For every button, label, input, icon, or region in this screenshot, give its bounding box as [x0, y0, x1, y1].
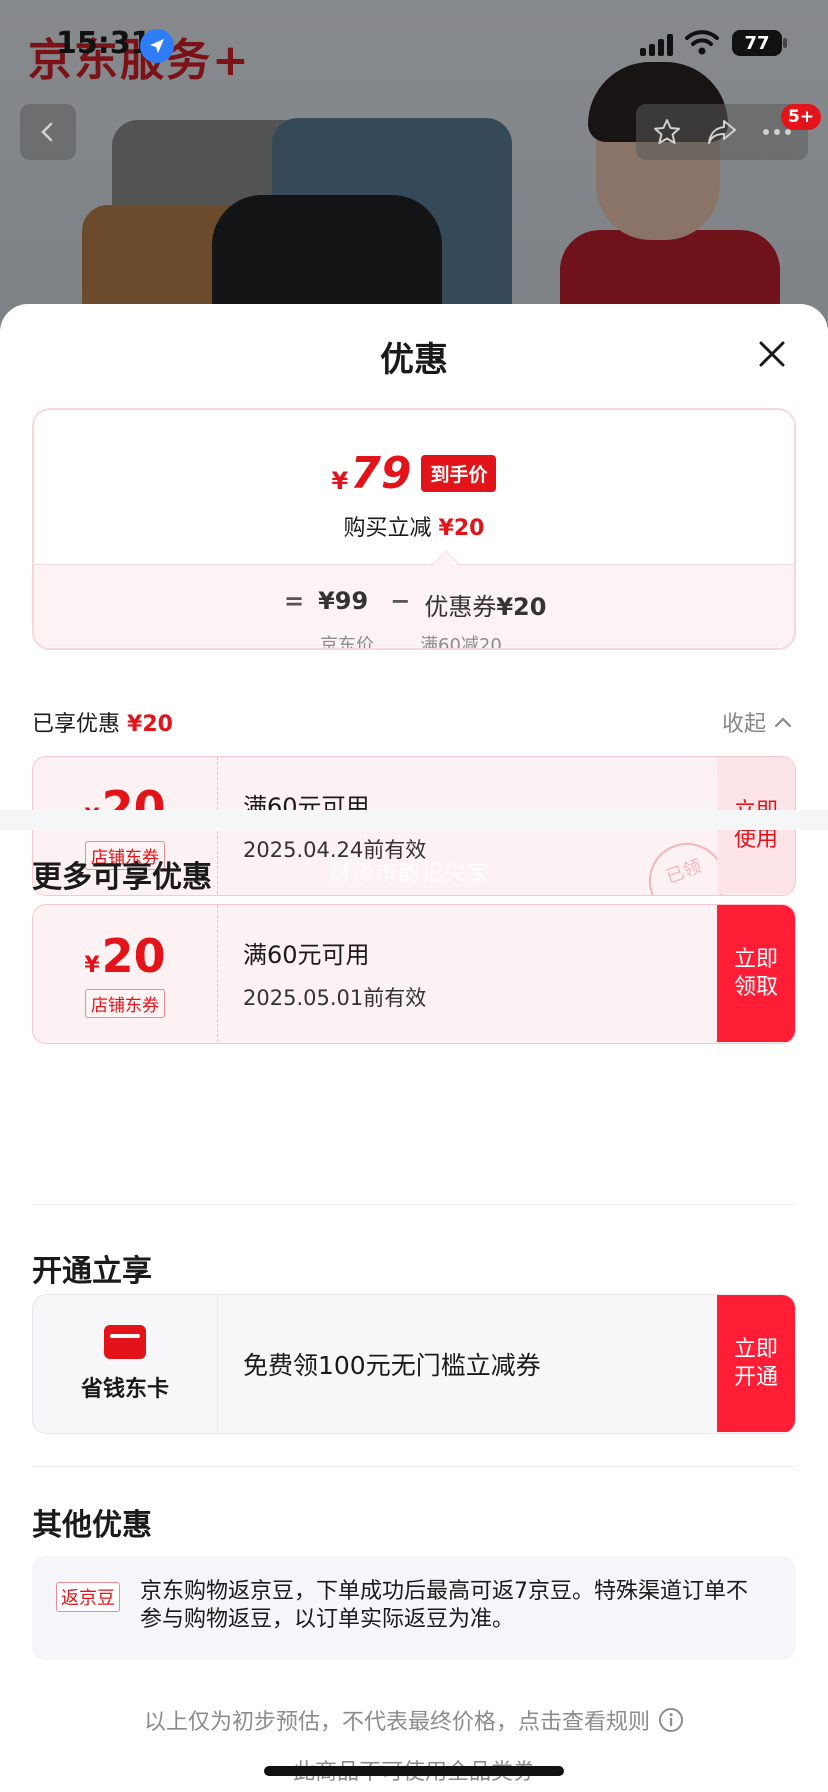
battery-tip-icon [783, 38, 787, 48]
star-icon[interactable] [652, 117, 682, 147]
equals-sign: = [284, 587, 305, 615]
location-arrow-icon [140, 29, 174, 63]
coupon-expiry: 2025.05.01前有效 [243, 986, 427, 1010]
final-price-tag: 到手价 [421, 455, 497, 492]
chevron-up-icon [774, 717, 792, 728]
coupon-value-label: 优惠券¥20 [424, 593, 547, 621]
more-icon[interactable] [762, 128, 792, 136]
sheet-title: 优惠 [380, 340, 448, 380]
savings-card-promo: 省钱东卡 免费领100元无门槛立减券 立即开通 [32, 1294, 796, 1434]
wifi-icon [685, 28, 719, 60]
back-button[interactable] [20, 104, 76, 160]
final-price-section: ¥ 79 到手价 购买立减 ¥20 [34, 410, 794, 564]
jd-bean-description: 京东购物返京豆，下单成功后最高可返7京豆。特殊渠道订单不参与购物返豆，以订单实际… [140, 1579, 748, 1632]
close-button[interactable] [756, 338, 788, 370]
coupon-divider [217, 905, 218, 1042]
base-price-label: 京东价 [320, 635, 374, 650]
card-divider [217, 1295, 218, 1432]
chevron-left-icon [41, 122, 53, 142]
price-summary-card: ¥ 79 到手价 购买立减 ¥20 = ¥99 − 优惠券¥20 京东价 满60… [32, 408, 796, 650]
coupon-condition: 满60元可用 [243, 941, 370, 969]
savings-card-brand: 省钱东卡 [33, 1295, 217, 1432]
battery-indicator: 77 [732, 30, 782, 56]
discount-sheet: 优惠 ¥ 79 到手价 购买立减 ¥20 = ¥99 − 优惠券¥20 京东价 … [0, 304, 828, 1792]
minus-sign: − [390, 587, 411, 615]
coupon-type-tag: 店铺东券 [85, 989, 165, 1018]
share-icon[interactable] [706, 117, 738, 147]
savings-card-name: 省钱东卡 [80, 1376, 169, 1402]
jd-bean-tag: 返京豆 [56, 1582, 120, 1612]
home-indicator[interactable] [264, 1766, 564, 1776]
reduce-row: 购买立减 ¥20 [34, 510, 794, 542]
enjoyed-label: 已享优惠 [32, 712, 121, 737]
enjoyed-discount: 已享优惠 ¥20 [32, 706, 173, 738]
enjoyed-value: ¥20 [127, 712, 173, 737]
cellular-signal-icon [640, 34, 673, 56]
base-price: ¥99 [318, 587, 369, 615]
coupon-currency: ¥ [84, 953, 100, 978]
coupon-amount: 20 [101, 929, 166, 983]
close-icon [759, 341, 785, 367]
coupon-rule-label: 满60减20 [420, 635, 502, 650]
reduce-value: ¥20 [438, 516, 485, 541]
jd-bean-rebate-box: 返京豆 京东购物返京豆，下单成功后最高可返7京豆。特殊渠道订单不参与购物返豆，以… [32, 1556, 796, 1660]
watermark-text: 财怿市韵记尖宝 [329, 861, 491, 886]
section-separator [0, 810, 828, 830]
collapse-toggle[interactable]: 收起 [722, 706, 792, 738]
estimate-disclaimer[interactable]: 以上仅为初步预估，不代表最终价格，点击查看规则 [0, 1704, 828, 1736]
credit-card-icon [104, 1324, 146, 1359]
other-discounts-title: 其他优惠 [32, 1508, 152, 1543]
divider-line [32, 1204, 796, 1205]
available-coupon-card: ¥ 20 店铺东券 满60元可用 2025.05.01前有效 立即领取 [32, 904, 796, 1044]
coupon-amount-area: ¥ 20 店铺东券 [33, 905, 217, 1042]
open-now-button[interactable]: 立即开通 [717, 1295, 795, 1432]
more-discounts-title: 更多可享优惠 [32, 860, 212, 895]
reduce-label: 购买立减 [343, 516, 432, 541]
final-price: 79 [350, 448, 412, 499]
disclaimer-text: 以上仅为初步预估，不代表最终价格，点击查看规则 [143, 1710, 650, 1735]
collapse-label: 收起 [722, 712, 767, 737]
message-badge: 5+ [781, 104, 822, 130]
currency-symbol: ¥ [331, 466, 349, 495]
savings-card-description: 免费领100元无门槛立减券 [243, 1350, 541, 1380]
divider-line [32, 1466, 796, 1467]
coupon-details: 满60元可用 2025.05.01前有效 [243, 905, 426, 1042]
claim-now-button[interactable]: 立即领取 [717, 905, 795, 1042]
price-formula-section: = ¥99 − 优惠券¥20 京东价 满60减20 [34, 564, 794, 650]
status-time: 15:31 [56, 26, 152, 61]
info-icon [659, 1708, 683, 1732]
open-membership-title: 开通立享 [32, 1254, 152, 1289]
